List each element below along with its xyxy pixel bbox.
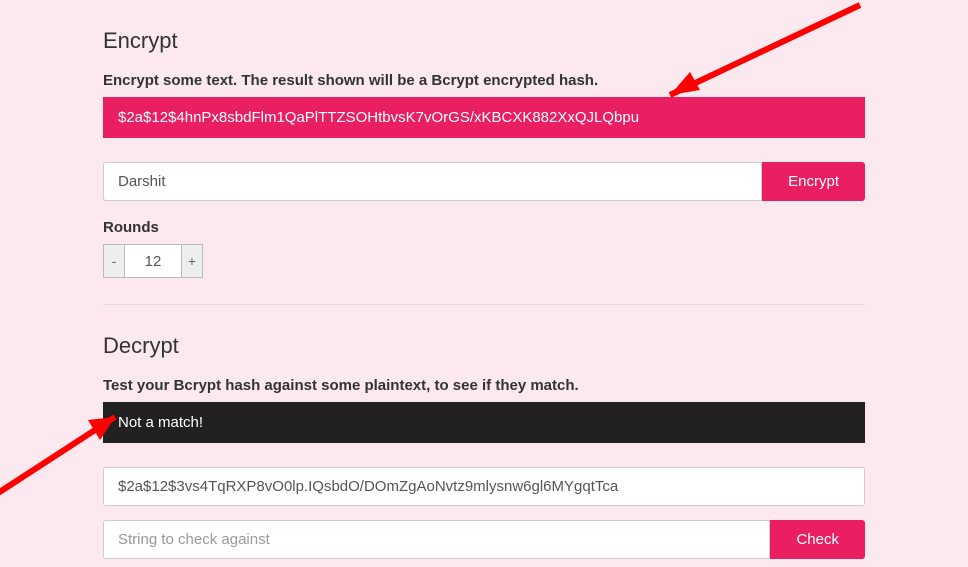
decrypt-desc: Test your Bcrypt hash against some plain… bbox=[103, 377, 865, 394]
decrypt-hash-input[interactable] bbox=[103, 467, 865, 506]
rounds-decrement-button[interactable]: - bbox=[103, 244, 125, 278]
section-divider bbox=[103, 304, 865, 305]
check-button[interactable]: Check bbox=[770, 520, 865, 559]
decrypt-title: Decrypt bbox=[103, 333, 865, 359]
rounds-label: Rounds bbox=[103, 219, 865, 236]
rounds-input[interactable] bbox=[125, 244, 181, 278]
rounds-stepper: - + bbox=[103, 244, 203, 278]
encrypt-title: Encrypt bbox=[103, 28, 865, 54]
decrypt-plaintext-input[interactable] bbox=[103, 520, 770, 559]
decrypt-section: Decrypt Test your Bcrypt hash against so… bbox=[103, 333, 865, 559]
encrypt-button[interactable]: Encrypt bbox=[762, 162, 865, 201]
encrypt-input[interactable] bbox=[103, 162, 762, 201]
encrypt-result: $2a$12$4hnPx8sbdFlm1QaPlTTZSOHtbvsK7vOrG… bbox=[103, 97, 865, 138]
encrypt-desc: Encrypt some text. The result shown will… bbox=[103, 72, 865, 89]
decrypt-result: Not a match! bbox=[103, 402, 865, 443]
rounds-increment-button[interactable]: + bbox=[181, 244, 203, 278]
encrypt-section: Encrypt Encrypt some text. The result sh… bbox=[103, 28, 865, 278]
